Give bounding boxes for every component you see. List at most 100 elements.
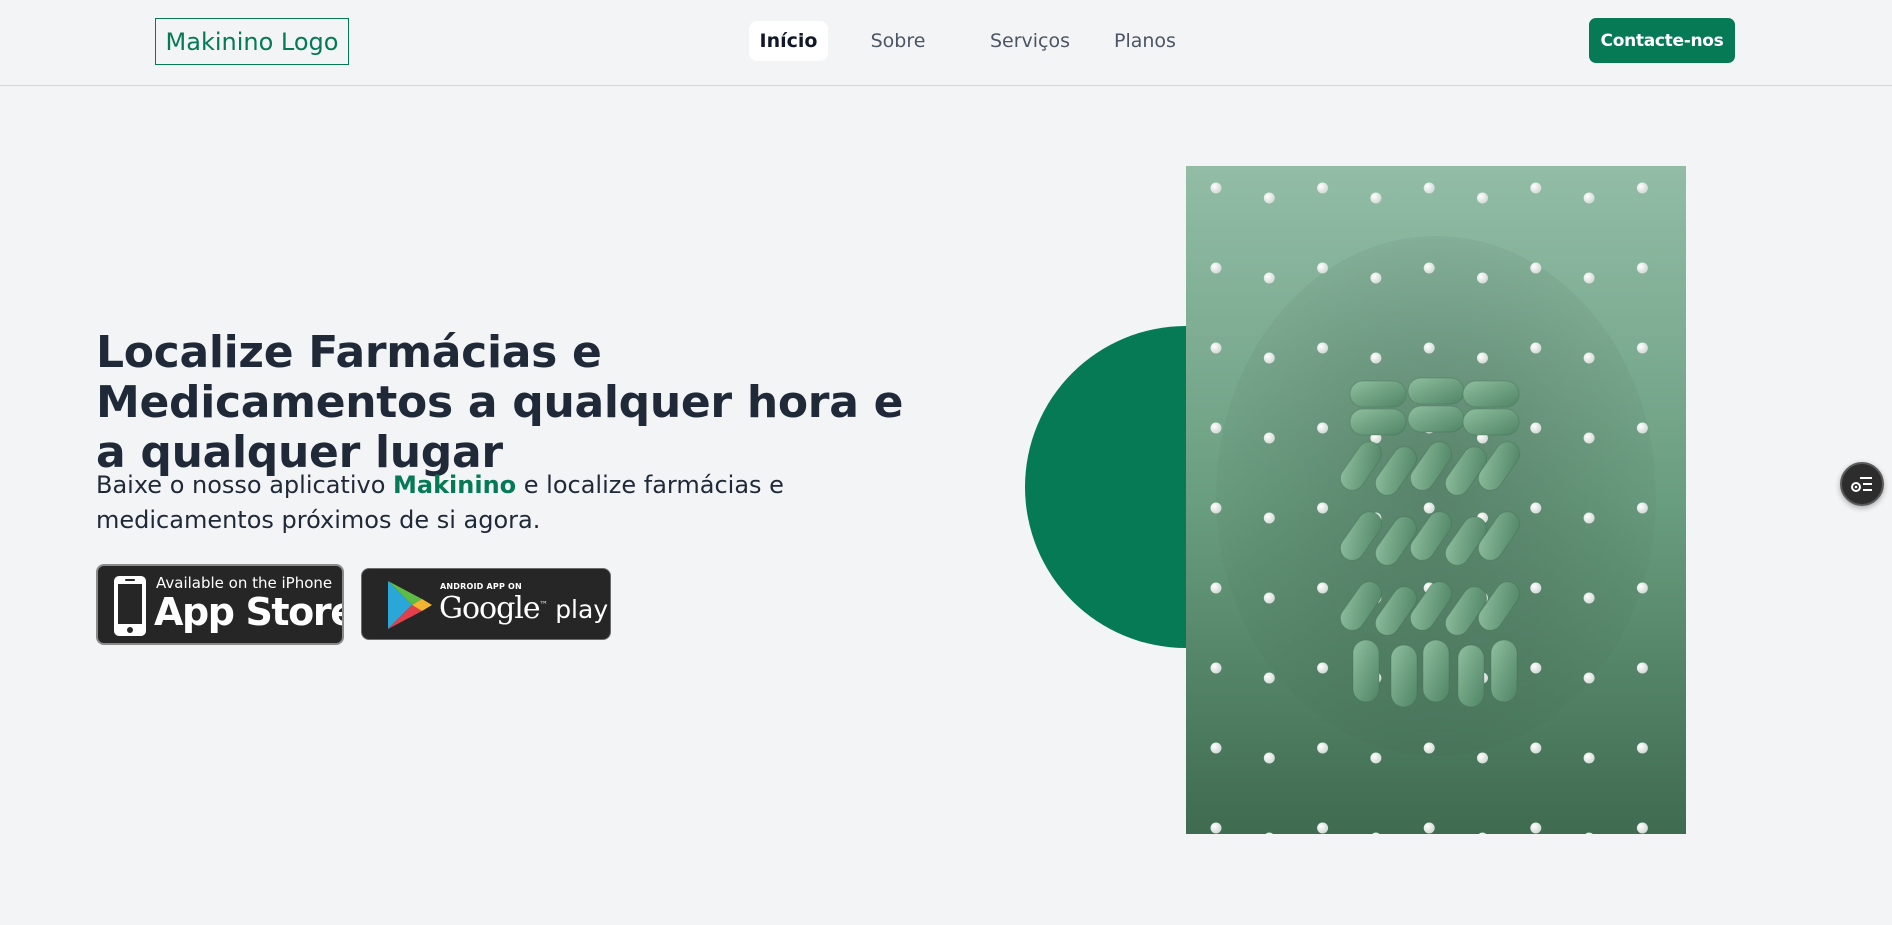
hero-description-prefix: Baixe o nosso aplicativo [96,471,393,499]
google-play-badge[interactable]: ANDROID APP ON Google™ play [361,568,611,640]
decorative-dot [1317,342,1329,354]
decorative-dot [1636,182,1648,194]
decorative-dot [1317,582,1329,594]
pill-shape [1352,639,1380,703]
pill-shape [1349,380,1407,408]
decorative-dot [1210,582,1222,594]
decorative-dot [1530,422,1542,434]
decorative-dot [1423,742,1435,754]
decorative-dot [1423,502,1435,514]
decorative-dot [1210,742,1222,754]
decorative-dot [1477,752,1488,764]
pill-shape [1390,644,1418,708]
decorative-dot [1317,502,1329,514]
contact-button[interactable]: Contacte-nos [1589,18,1735,63]
site-header: Makinino Logo Início Sobre Serviços Plan… [0,0,1892,86]
decorative-dot [1317,182,1329,194]
pills-illustration-graphic [1186,166,1686,834]
decorative-dot [1583,352,1595,364]
logo[interactable]: Makinino Logo [155,18,349,65]
decorative-dot [1423,262,1435,274]
decorative-dot [1583,272,1595,284]
decorative-dot [1583,672,1595,684]
decorative-dot [1210,662,1222,674]
app-store-badge-big-text: App Store [154,590,344,634]
decorative-dot [1530,662,1542,674]
app-store-badge[interactable]: Available on the iPhone App Store [96,564,344,645]
decorative-dot [1210,342,1222,354]
decorative-dot [1370,352,1382,364]
decorative-dot [1636,342,1648,354]
hero-title: Localize Farmácias e Medicamentos a qual… [96,327,904,478]
decorative-dot [1636,422,1648,434]
decorative-dot [1423,182,1435,194]
decorative-dot [1317,422,1329,434]
decorative-dot [1636,262,1648,274]
decorative-dot [1263,272,1275,284]
decorative-dot [1370,752,1382,764]
decorative-dot [1636,582,1648,594]
pills-illustration [1186,166,1686,834]
decorative-dot [1263,592,1275,604]
decorative-dot [1210,822,1222,834]
decorative-dot [1530,502,1542,514]
pill-shape [1490,639,1518,703]
pill-shape [1462,408,1520,436]
settings-list-icon [1851,477,1872,492]
nav-item-sobre[interactable]: Sobre [862,21,934,61]
google-play-badge-small-text: ANDROID APP ON [440,582,522,591]
decorative-dot [1370,272,1382,284]
google-play-badge-big-text: Google™ play [439,591,609,626]
decorative-dot [1263,432,1275,444]
decorative-dot [1263,672,1275,684]
decorative-dot [1263,352,1275,364]
decorative-dot [1583,752,1595,764]
decorative-dot [1263,512,1275,524]
decorative-dot [1583,192,1595,204]
decorative-dot [1583,432,1595,444]
decorative-dot [1477,272,1488,284]
decorative-dot [1210,262,1222,274]
google-play-word-google: Google [439,591,541,626]
decorative-dot [1370,192,1382,204]
nav-item-inicio[interactable]: Início [749,21,828,61]
pill-shape [1422,639,1450,703]
decorative-dot [1317,662,1329,674]
decorative-dot [1530,742,1542,754]
decorative-dot [1636,822,1648,834]
decorative-dot [1530,182,1542,194]
iphone-icon [114,576,146,636]
decorative-dot [1263,192,1275,204]
decorative-dot [1317,262,1329,274]
google-play-word-play: play [555,595,609,624]
pill-shape [1349,408,1407,436]
decorative-dot [1477,192,1488,204]
decorative-dot [1530,582,1542,594]
decorative-dot [1263,752,1275,764]
decorative-dot [1210,422,1222,434]
decorative-dot [1317,822,1329,834]
decorative-dot [1636,502,1648,514]
decorative-dot [1477,352,1488,364]
decorative-dot [1423,822,1435,834]
decorative-dot [1530,822,1542,834]
decorative-dot [1583,592,1595,604]
decorative-dot [1583,512,1595,524]
pill-shape [1407,405,1465,433]
pill-shape [1407,377,1465,405]
hero-description-brand: Makinino [393,471,517,499]
decorative-dot [1636,742,1648,754]
decorative-dot [1530,342,1542,354]
decorative-dot [1210,502,1222,514]
decorative-dot [1317,742,1329,754]
decorative-dot [1530,262,1542,274]
nav-item-planos[interactable]: Planos [1107,21,1183,61]
floating-menu-button[interactable] [1840,462,1884,506]
hero-description: Baixe o nosso aplicativo Makinino e loca… [96,468,936,538]
google-play-icon [388,581,432,629]
decorative-dot [1636,662,1648,674]
pill-shape [1457,644,1485,708]
decorative-dot [1423,342,1435,354]
nav-item-servicos[interactable]: Serviços [975,21,1085,61]
pill-shape [1462,380,1520,408]
